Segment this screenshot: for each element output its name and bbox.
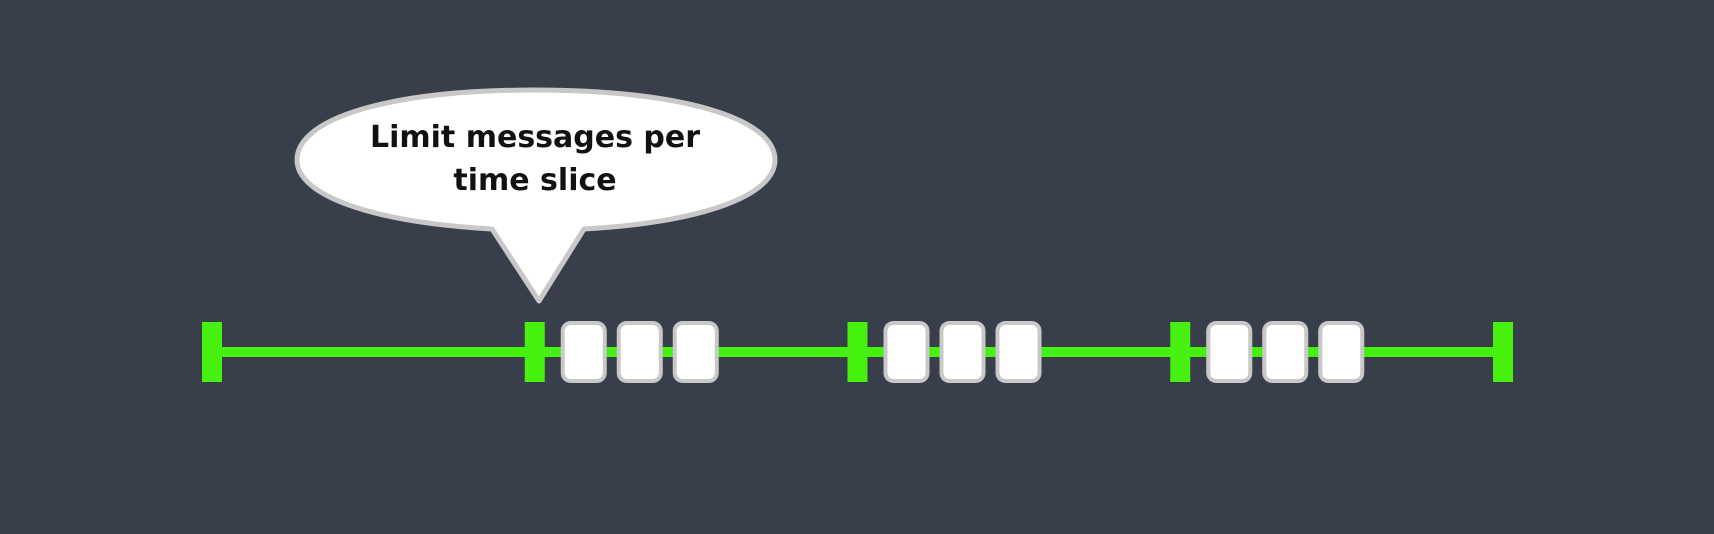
message-box [1206,321,1253,383]
rate-limit-diagram [202,87,1513,383]
message-box [995,321,1042,383]
slice-boundary-tick [1493,322,1513,382]
message-box [616,321,663,383]
message-box [883,321,930,383]
diagram-canvas: Limit messages per time slice [0,0,1714,534]
timeline [202,321,1513,383]
callout-text: Limit messages per time slice [340,116,730,202]
message-box [560,321,607,383]
callout-line-2: time slice [453,163,617,198]
slice-boundary-tick [524,322,545,382]
slice-boundary-tick [847,322,868,382]
message-box [1262,321,1309,383]
message-box [1318,321,1365,383]
callout-line-1: Limit messages per [369,120,701,155]
slice-boundary-tick [202,322,222,382]
message-box [672,321,719,383]
message-box [939,321,986,383]
slice-boundary-tick [1170,322,1191,382]
